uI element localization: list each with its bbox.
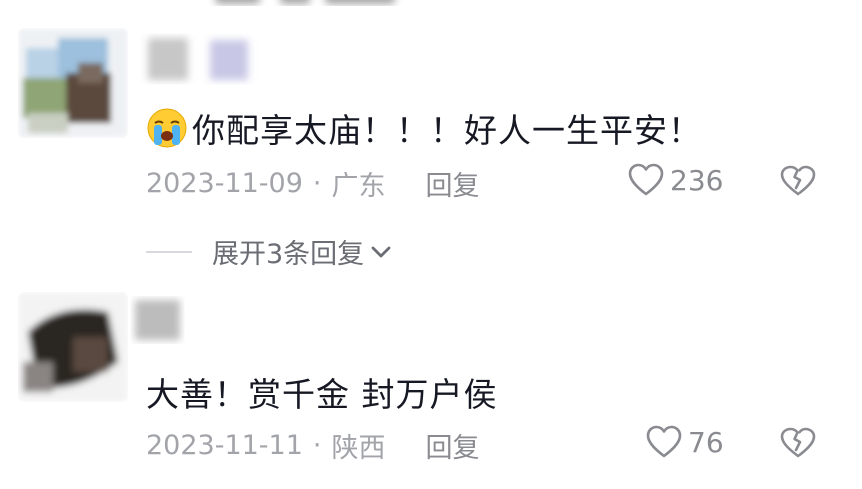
heart-outline-icon — [646, 425, 682, 458]
reply-button[interactable]: 回复 — [426, 164, 480, 203]
expand-replies-label: 展开3条回复 — [212, 239, 365, 270]
broken-heart-outline-icon — [780, 427, 816, 458]
expand-replies-button[interactable]: 展开3条回复 — [146, 232, 392, 271]
comment-text: 大善！赏千金 封万户侯 — [146, 375, 498, 414]
dislike-button[interactable] — [780, 427, 816, 463]
reply-button[interactable]: 回复 — [426, 426, 480, 465]
divider — [146, 250, 192, 253]
username[interactable] — [140, 30, 270, 88]
meta-separator: · — [312, 168, 322, 199]
broken-heart-outline-icon — [780, 165, 816, 196]
comment-content: 你配享太庙！！！好人一生平安！ — [146, 104, 702, 152]
comment-location: 陕西 — [331, 433, 386, 464]
comment-meta: 2023-11-09 · 广东 回复 — [146, 164, 480, 203]
username[interactable] — [125, 292, 195, 350]
like-count: 236 — [670, 163, 724, 197]
comment-text: 你配享太庙！！！好人一生平安！ — [192, 111, 702, 150]
comment-item: 你配享太庙！！！好人一生平安！ 2023-11-09 · 广东 回复 236 展… — [0, 0, 862, 270]
meta-separator: · — [312, 430, 322, 461]
like-count: 76 — [688, 425, 724, 459]
loudly-crying-face-icon — [146, 107, 188, 149]
comment-meta: 2023-11-11 · 陕西 回复 — [146, 426, 480, 465]
comment-date: 2023-11-11 — [146, 430, 303, 461]
avatar[interactable] — [18, 28, 128, 138]
chevron-down-icon — [371, 246, 391, 257]
comment-content: 大善！赏千金 封万户侯 — [146, 368, 498, 416]
dislike-button[interactable] — [780, 165, 816, 201]
comment-item: 大善！赏千金 封万户侯 2023-11-11 · 陕西 回复 76 — [0, 270, 862, 489]
comment-location: 广东 — [331, 171, 386, 202]
comment-date: 2023-11-09 — [146, 168, 303, 199]
avatar[interactable] — [18, 292, 128, 402]
heart-outline-icon — [628, 163, 664, 196]
like-button[interactable]: 76 — [646, 425, 724, 459]
like-button[interactable]: 236 — [628, 163, 723, 197]
